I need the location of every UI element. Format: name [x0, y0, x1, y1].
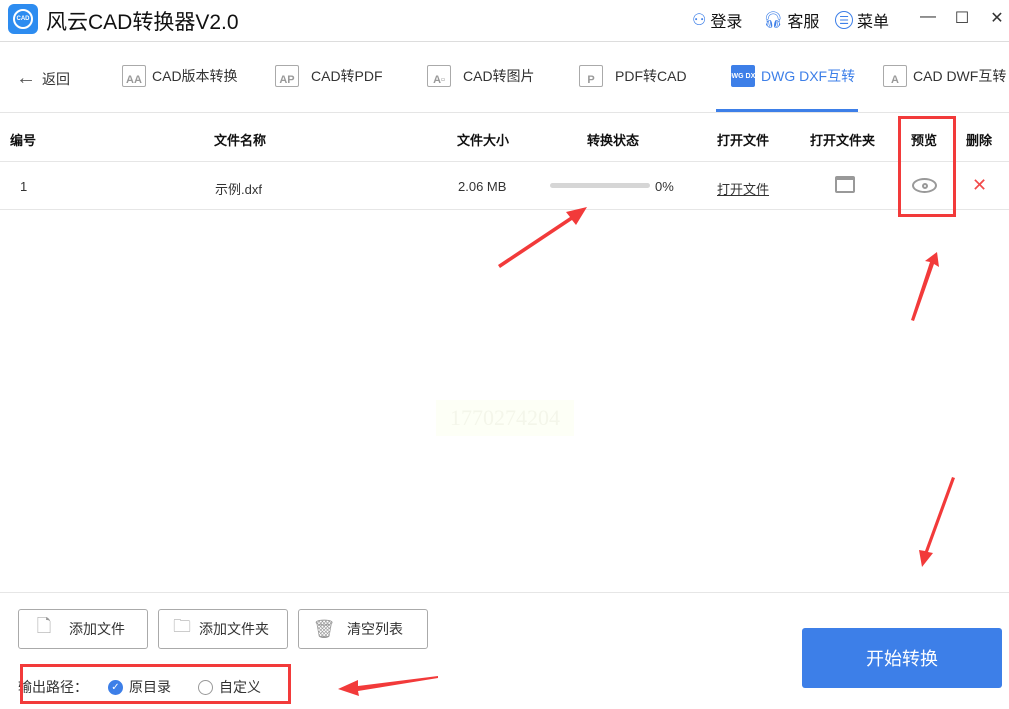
arrow-annotation: [498, 207, 587, 268]
clear-list-button[interactable]: 🗑︎ 清空列表: [298, 609, 428, 649]
arrow-annotation: [338, 676, 438, 696]
trash-icon: 🗑︎: [312, 618, 336, 639]
annotation-box-output: [20, 664, 291, 704]
footer-divider: [0, 592, 1009, 593]
add-file-button[interactable]: 🗋 添加文件: [18, 609, 148, 649]
arrow-annotation: [919, 477, 955, 567]
annotation-arrows: [338, 207, 955, 696]
folder-add-icon: 🗀: [173, 616, 191, 636]
start-convert-button[interactable]: 开始转换: [802, 628, 1002, 688]
add-folder-button[interactable]: 🗀 添加文件夹: [158, 609, 288, 649]
arrow-annotation: [911, 252, 939, 321]
file-add-icon: 🗋: [36, 616, 52, 636]
